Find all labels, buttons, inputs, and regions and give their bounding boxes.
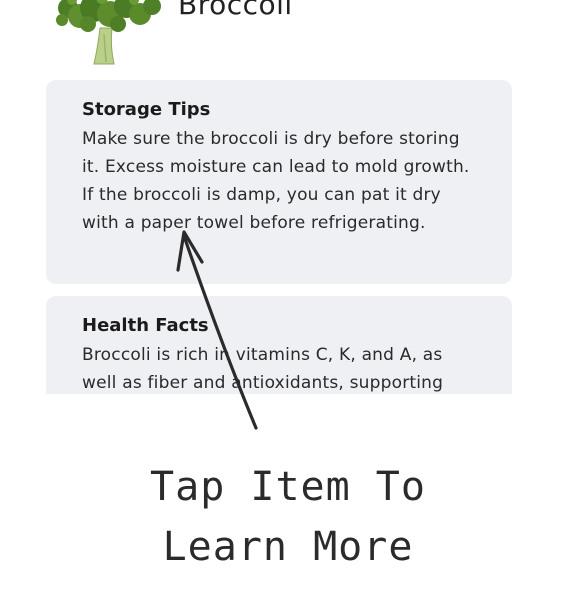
page-title: Broccoli bbox=[178, 0, 293, 21]
card-title: Storage Tips bbox=[82, 99, 211, 120]
card-body: Broccoli is rich in vitamins C, K, and A… bbox=[82, 345, 444, 393]
annotation-line-1: Tap Item To bbox=[150, 464, 426, 510]
annotation-line-2: Learn More bbox=[162, 524, 414, 570]
card-title: Health Facts bbox=[82, 315, 209, 336]
health-facts-card[interactable]: Health Facts Broccoli is rich in vitamin… bbox=[46, 296, 512, 394]
card-body: Make sure the broccoli is dry before sto… bbox=[82, 129, 470, 233]
header: Broccoli bbox=[0, 0, 576, 70]
broccoli-icon bbox=[56, 0, 161, 65]
storage-tips-card[interactable]: Storage Tips Make sure the broccoli is d… bbox=[46, 80, 512, 284]
